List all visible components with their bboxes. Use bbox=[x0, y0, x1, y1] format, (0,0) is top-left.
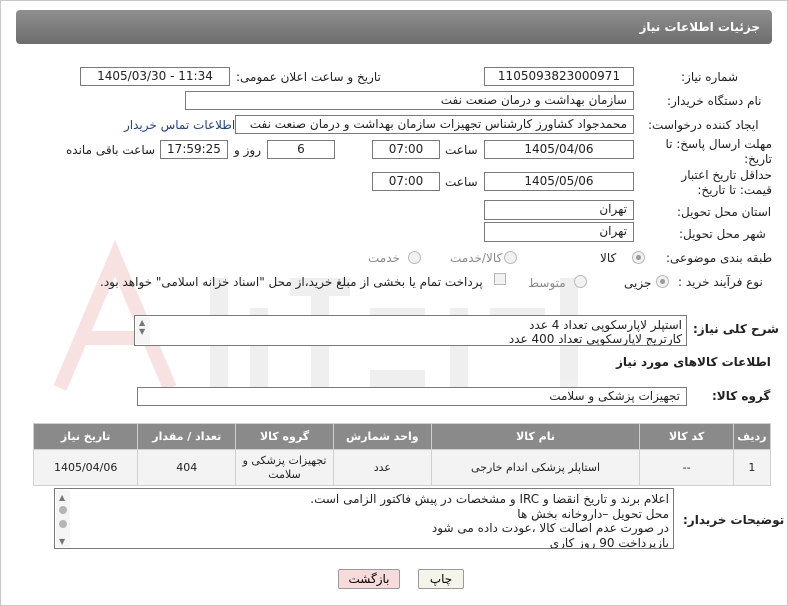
general-description-label: شرح کلی نیاز: bbox=[693, 322, 779, 336]
scroll-thumb-icon[interactable] bbox=[59, 520, 67, 528]
need-number-label: شماره نیاز: bbox=[681, 70, 738, 84]
reply-deadline-label: مهلت ارسال پاسخ: تا تاریخ: bbox=[665, 137, 772, 166]
description-line: استپلر لاپارسکوپی تعداد 4 عدد bbox=[529, 318, 682, 332]
announce-datetime-label: تاریخ و ساعت اعلان عمومی: bbox=[236, 70, 381, 84]
category-radio-goods[interactable] bbox=[632, 251, 645, 264]
scroll-down-icon[interactable]: ▼ bbox=[59, 538, 65, 546]
description-scrollbar[interactable]: ▲ ▼ bbox=[136, 317, 150, 344]
price-validity-label: حداقل تاریخ اعتبار قیمت: تا تاریخ: bbox=[681, 168, 772, 197]
category-option-service: خدمت bbox=[368, 251, 400, 265]
cell-need-date: 1405/04/06 bbox=[32, 449, 139, 486]
scroll-up-icon[interactable]: ▲ bbox=[59, 494, 65, 502]
cell-goods-group: تجهیزات پزشکی و سلامت bbox=[235, 449, 334, 486]
col-goods-group: گروه کالا bbox=[235, 423, 334, 450]
category-radio-service[interactable] bbox=[408, 251, 421, 264]
category-option-goods: کالا bbox=[600, 251, 617, 265]
process-radio-partial[interactable] bbox=[656, 275, 669, 288]
requester-label: ایجاد کننده درخواست: bbox=[648, 118, 759, 132]
general-description-box[interactable]: ▲ ▼ استپلر لاپارسکوپی تعداد 4 عدد کارتری… bbox=[134, 315, 687, 346]
need-number-field: 1105093823000971 bbox=[484, 67, 634, 86]
delivery-province-field: تهران bbox=[484, 200, 634, 220]
reply-deadline-time: 07:00 bbox=[372, 140, 440, 159]
col-goods-name: نام کالا bbox=[430, 423, 641, 450]
process-option-partial: جزیی bbox=[624, 276, 652, 290]
col-need-date: تاریخ نیاز bbox=[32, 423, 139, 450]
requester-field: محمدجواد کشاورز کارشناس تجهیزات سازمان ب… bbox=[235, 115, 634, 134]
category-label: طبقه بندی موضوعی: bbox=[666, 251, 773, 265]
col-row-number: ردیف bbox=[732, 423, 772, 450]
buyer-contact-link[interactable]: اطلاعات تماس خریدار bbox=[124, 118, 235, 132]
process-option-medium: متوسط bbox=[528, 276, 566, 290]
col-quantity: تعداد / مقدار bbox=[137, 423, 237, 450]
scroll-up-icon[interactable]: ▲ bbox=[139, 319, 145, 327]
notes-line: در صورت عدم اصالت کالا ،عودت داده می شود bbox=[431, 521, 669, 535]
announce-datetime-field: 1405/03/30 - 11:34 bbox=[80, 67, 230, 86]
price-validity-time-label: ساعت bbox=[445, 175, 478, 189]
buyer-org-label: نام دستگاه خریدار: bbox=[667, 94, 762, 108]
cell-unit: عدد bbox=[332, 449, 432, 486]
delivery-city-field: تهران bbox=[484, 222, 634, 242]
goods-info-title: اطلاعات کالاهای مورد نیاز bbox=[616, 355, 771, 369]
goods-group-field: تجهیزات پزشکی و سلامت bbox=[137, 387, 687, 406]
cell-goods-code: -- bbox=[639, 449, 734, 486]
delivery-province-label: استان محل تحویل: bbox=[677, 205, 772, 219]
table-row[interactable]: 1 -- استاپلر پزشکی اندام خارجی عدد تجهیز… bbox=[32, 449, 772, 486]
reply-deadline-date: 1405/04/06 bbox=[484, 140, 634, 159]
treasury-payment-note: پرداخت تمام یا بخشی از مبلغ خرید،از محل … bbox=[100, 275, 483, 289]
cell-goods-name: استاپلر پزشکی اندام خارجی bbox=[430, 449, 641, 486]
back-button[interactable]: بازگشت bbox=[338, 569, 400, 589]
cell-quantity: 404 bbox=[137, 449, 237, 486]
price-validity-time: 07:00 bbox=[372, 172, 440, 191]
days-label: روز و bbox=[234, 143, 261, 157]
print-button[interactable]: چاپ bbox=[418, 569, 464, 589]
price-validity-date: 1405/05/06 bbox=[484, 172, 634, 191]
buyer-org-field: سازمان بهداشت و درمان صنعت نفت bbox=[185, 91, 634, 110]
cell-row-number: 1 bbox=[732, 449, 772, 486]
time-remaining-label: ساعت باقی مانده bbox=[66, 143, 156, 157]
goods-table: ردیف کد کالا نام کالا واحد شمارش گروه کا… bbox=[32, 423, 772, 486]
purchase-process-label: نوع فرآیند خرید : bbox=[678, 275, 763, 289]
page-title: جزئیات اطلاعات نیاز bbox=[16, 10, 772, 44]
reply-days-remaining: 6 bbox=[267, 140, 335, 159]
col-unit: واحد شمارش bbox=[332, 423, 432, 450]
delivery-city-label: شهر محل تحویل: bbox=[679, 227, 766, 241]
goods-group-label: گروه کالا: bbox=[712, 389, 771, 403]
buyer-notes-label: توضیحات خریدار: bbox=[683, 513, 785, 527]
category-option-goods-service: کالا/خدمت bbox=[450, 251, 503, 265]
category-radio-goods-service[interactable] bbox=[504, 251, 517, 264]
notes-line: بازپرداخت 90 روز کاری bbox=[549, 535, 669, 549]
time-remaining: 17:59:25 bbox=[160, 140, 228, 159]
reply-deadline-time-label: ساعت bbox=[445, 143, 478, 157]
col-goods-code: کد کالا bbox=[639, 423, 734, 450]
table-header-row: ردیف کد کالا نام کالا واحد شمارش گروه کا… bbox=[32, 423, 772, 450]
scroll-down-icon[interactable]: ▼ bbox=[139, 328, 145, 336]
notes-line: اعلام برند و تاریخ انقضا و IRC و مشخصات … bbox=[310, 492, 669, 506]
buyer-notes-box[interactable]: ▲ ▼ اعلام برند و تاریخ انقضا و IRC و مشخ… bbox=[54, 488, 674, 549]
process-radio-medium[interactable] bbox=[574, 275, 587, 288]
description-line: کارتریج لاپارسکوپی تعداد 400 عدد bbox=[508, 332, 682, 346]
notes-scrollbar[interactable]: ▲ ▼ bbox=[56, 490, 70, 547]
treasury-payment-checkbox[interactable] bbox=[494, 273, 506, 285]
scroll-thumb-icon[interactable] bbox=[59, 506, 67, 514]
notes-line: محل تحویل –داروخانه بخش ها bbox=[517, 506, 669, 521]
